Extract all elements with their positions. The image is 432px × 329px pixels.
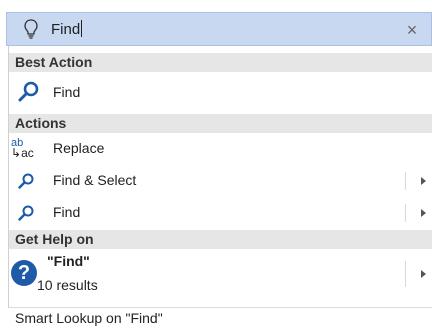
lightbulb-icon (23, 18, 39, 45)
action-find[interactable]: Find (9, 200, 432, 226)
close-icon[interactable]: × (401, 13, 423, 47)
section-header-get-help: Get Help on (9, 230, 432, 249)
search-input[interactable]: Find (51, 13, 83, 47)
action-replace[interactable]: ab ↳ac Replace (9, 136, 432, 162)
submenu-divider (405, 261, 406, 287)
submenu-divider (405, 204, 406, 222)
smart-lookup-item[interactable]: Smart Lookup on "Find" (9, 307, 432, 328)
tell-me-panel: Find × Best Action Find Actions ab ↳ac R… (0, 0, 432, 328)
best-action-label: Find (53, 84, 81, 100)
text-caret (81, 20, 83, 37)
help-find-results[interactable]: ? "Find" 10 results (9, 251, 432, 297)
submenu-arrow-icon[interactable] (421, 177, 426, 185)
submenu-arrow-icon[interactable] (421, 209, 426, 217)
tell-me-search-box[interactable]: Find × (6, 12, 432, 46)
action-find-label: Find (53, 204, 81, 220)
submenu-divider (405, 172, 406, 190)
action-replace-label: Replace (53, 140, 105, 156)
replace-icon: ab ↳ac (11, 137, 34, 160)
action-find-select[interactable]: Find & Select (9, 168, 432, 194)
magnifier-icon (17, 204, 35, 227)
section-header-best-action: Best Action (9, 53, 432, 72)
help-icon: ? (11, 260, 37, 286)
magnifier-icon (17, 172, 35, 195)
help-result-count: 10 results (37, 277, 98, 293)
submenu-arrow-icon[interactable] (421, 270, 426, 278)
magnifier-icon (17, 80, 41, 109)
best-action-find[interactable]: Find (9, 74, 432, 110)
help-title: "Find" (47, 253, 90, 269)
action-find-select-label: Find & Select (53, 172, 137, 188)
section-header-actions: Actions (9, 114, 432, 133)
